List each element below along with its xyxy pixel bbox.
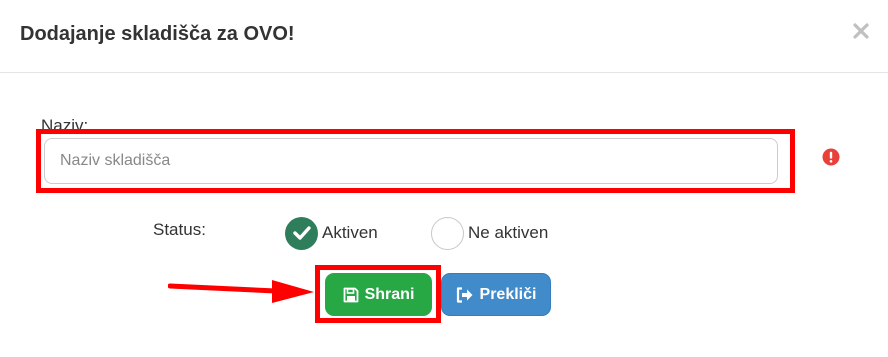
close-button[interactable] [850, 18, 872, 44]
checkmark-icon [292, 226, 311, 240]
red-arrow-icon [168, 280, 314, 303]
sign-out-icon [456, 286, 473, 303]
save-button-label: Shrani [364, 285, 415, 303]
modal-dialog: Dodajanje skladišča za OVO! Naziv: Statu… [0, 0, 888, 357]
exclamation-circle-icon [822, 148, 840, 166]
save-button[interactable]: Shrani [325, 273, 432, 316]
status-option-inactive[interactable]: Ne aktiven [431, 216, 548, 250]
status-option-label: Aktiven [322, 223, 378, 242]
cancel-button-label: Prekliči [479, 285, 537, 303]
status-label: Status: [153, 220, 206, 239]
input-highlight-box [36, 129, 795, 193]
floppy-disk-icon [343, 287, 358, 302]
cancel-button[interactable]: Prekliči [441, 273, 551, 316]
modal-header: Dodajanje skladišča za OVO! [0, 0, 888, 73]
radio-checked[interactable] [285, 216, 318, 250]
status-option-active[interactable]: Aktiven [285, 216, 378, 250]
close-icon [853, 23, 869, 39]
modal-title: Dodajanje skladišča za OVO! [20, 23, 295, 45]
status-option-label: Ne aktiven [468, 223, 549, 242]
radio-unchecked[interactable] [431, 216, 464, 250]
